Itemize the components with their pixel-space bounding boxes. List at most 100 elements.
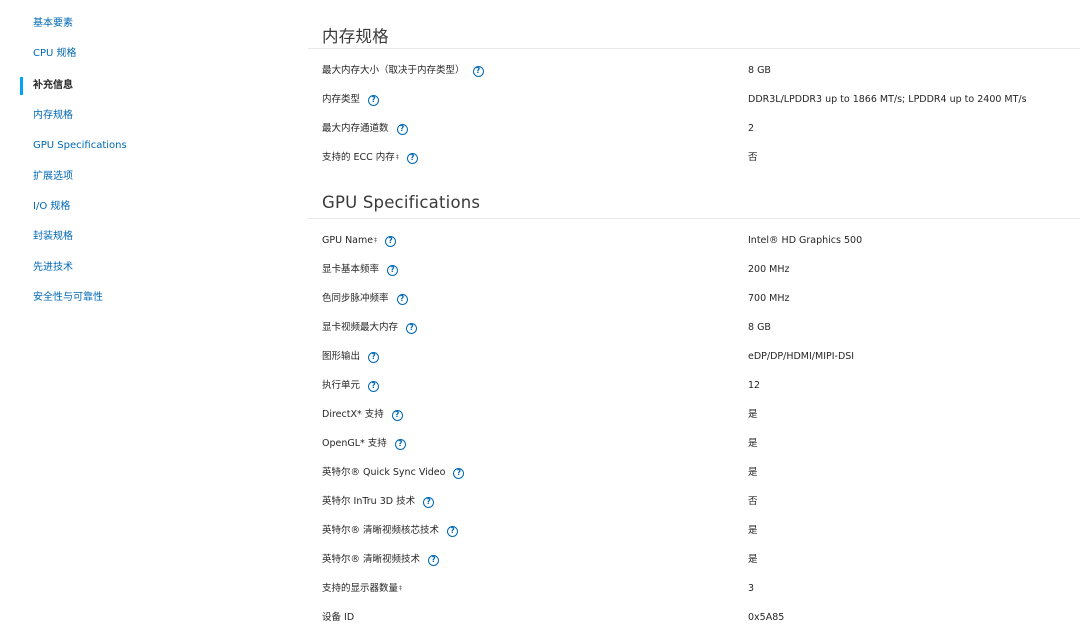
help-icon[interactable]: ? — [472, 65, 484, 77]
section-divider — [308, 218, 1080, 219]
spec-value: 是 — [748, 554, 758, 565]
help-icon[interactable]: ? — [453, 467, 465, 479]
section-divider — [308, 48, 1080, 49]
spec-value: 700 MHz — [748, 293, 790, 304]
help-icon[interactable]: ? — [406, 322, 418, 334]
help-icon[interactable]: ? — [368, 351, 380, 363]
spec-row: 执行单元? 12 — [308, 377, 1080, 395]
spec-value: 12 — [748, 380, 761, 391]
spec-row: 内存类型? DDR3L/LPDDR3 up to 1866 MT/s; LPDDR… — [308, 91, 1080, 109]
sidebar-item-gpu-specs[interactable]: GPU Specifications — [33, 139, 127, 153]
spec-label: GPU Name ‡? — [322, 232, 397, 250]
spec-label-text: GPU Name — [322, 235, 374, 246]
spec-label: OpenGL* 支持? — [322, 435, 406, 453]
spec-row: 英特尔® 清晰视频技术? 是 — [308, 551, 1080, 569]
spec-value: 0x5A85 — [748, 612, 785, 623]
spec-row: 最大内存通道数? 2 — [308, 120, 1080, 138]
spec-label-text: 最大内存大小（取决于内存类型） — [322, 65, 465, 76]
spec-label-text: 图形输出 — [322, 351, 361, 362]
spec-row: GPU Name ‡? Intel® HD Graphics 500 — [308, 232, 1080, 250]
help-icon[interactable]: ? — [406, 152, 418, 164]
active-nav-marker — [20, 77, 23, 95]
help-icon[interactable]: ? — [428, 554, 440, 566]
section-title-gpu: GPU Specifications — [322, 193, 481, 212]
sidebar-item-essentials[interactable]: 基本要素 — [33, 17, 73, 31]
spec-label: 支持的 ECC 内存 ‡? — [322, 149, 418, 167]
spec-label-text: OpenGL* 支持 — [322, 438, 387, 449]
spec-value: 8 GB — [748, 322, 771, 333]
sidebar-item-supplemental-info[interactable]: 补充信息 — [33, 79, 73, 93]
spec-label-text: 英特尔® 清晰视频核芯技术 — [322, 525, 440, 536]
spec-label: 英特尔 InTru 3D 技术? — [322, 493, 435, 511]
help-icon[interactable]: ? — [368, 380, 380, 392]
spec-row: OpenGL* 支持? 是 — [308, 435, 1080, 453]
spec-row: 显卡视频最大内存? 8 GB — [308, 319, 1080, 337]
spec-label: 英特尔® 清晰视频技术? — [322, 551, 440, 569]
spec-label: 色同步脉冲频率? — [322, 290, 408, 308]
spec-value: Intel® HD Graphics 500 — [748, 235, 863, 246]
spec-label: 内存类型? — [322, 91, 380, 109]
spec-label: 显卡视频最大内存? — [322, 319, 418, 337]
spec-label: 最大内存通道数? — [322, 120, 408, 138]
help-icon[interactable]: ? — [396, 123, 408, 135]
spec-row: 图形输出? eDP/DP/HDMI/MIPI-DSI — [308, 348, 1080, 366]
sidebar-item-expansion-options[interactable]: 扩展选项 — [33, 170, 73, 184]
spec-label-text: 支持的 ECC 内存 — [322, 152, 395, 163]
spec-value: 2 — [748, 123, 755, 134]
spec-value: 是 — [748, 525, 758, 536]
spec-label: 执行单元? — [322, 377, 380, 395]
spec-value: 否 — [748, 152, 758, 163]
sidebar-item-memory-specs[interactable]: 内存规格 — [33, 109, 73, 123]
help-icon[interactable]: ? — [447, 525, 459, 537]
spec-label: 图形输出? — [322, 348, 380, 366]
spec-row: 显卡基本频率? 200 MHz — [308, 261, 1080, 279]
spec-label-text: DirectX* 支持 — [322, 409, 384, 420]
help-icon[interactable]: ? — [396, 293, 408, 305]
sidebar-item-security-reliability[interactable]: 安全性与可靠性 — [33, 291, 103, 305]
spec-value: 是 — [748, 438, 758, 449]
spec-label: 英特尔® Quick Sync Video? — [322, 464, 465, 482]
spec-row: 英特尔® Quick Sync Video? 是 — [308, 464, 1080, 482]
spec-label: 英特尔® 清晰视频核芯技术? — [322, 522, 459, 540]
help-icon[interactable]: ? — [368, 94, 380, 106]
spec-label: 设备 ID — [322, 609, 354, 627]
sidebar-item-cpu-specs[interactable]: CPU 规格 — [33, 47, 77, 61]
section-title-memory: 内存规格 — [322, 27, 389, 46]
spec-row: 支持的显示器数量 ‡ 3 — [308, 580, 1080, 598]
spec-value: eDP/DP/HDMI/MIPI-DSI — [748, 351, 855, 362]
spec-label-text: 英特尔 InTru 3D 技术 — [322, 496, 416, 507]
spec-value: 3 — [748, 583, 755, 594]
spec-label-text: 显卡基本频率 — [322, 264, 380, 275]
spec-row: 最大内存大小（取决于内存类型）? 8 GB — [308, 62, 1080, 80]
help-icon[interactable]: ? — [385, 235, 397, 247]
spec-label: DirectX* 支持? — [322, 406, 403, 424]
spec-label-text: 内存类型 — [322, 94, 361, 105]
spec-label-text: 设备 ID — [322, 612, 355, 623]
help-icon[interactable]: ? — [394, 438, 406, 450]
spec-value: 8 GB — [748, 65, 771, 76]
spec-row: 色同步脉冲频率? 700 MHz — [308, 290, 1080, 308]
help-icon[interactable]: ? — [387, 264, 399, 276]
spec-label-text: 显卡视频最大内存 — [322, 322, 399, 333]
spec-value: 是 — [748, 467, 758, 478]
help-icon[interactable]: ? — [423, 496, 435, 508]
spec-value: DDR3L/LPDDR3 up to 1866 MT/s; LPDDR4 up … — [748, 94, 1027, 105]
sidebar-nav: 基本要素 CPU 规格 补充信息 内存规格 GPU Specifications… — [0, 0, 280, 644]
spec-value: 是 — [748, 409, 758, 420]
spec-label: 最大内存大小（取决于内存类型）? — [322, 62, 484, 80]
spec-row: 支持的 ECC 内存 ‡? 否 — [308, 149, 1080, 167]
spec-row: 设备 ID 0x5A85 — [308, 609, 1080, 627]
spec-label-text: 色同步脉冲频率 — [322, 293, 389, 304]
spec-value: 200 MHz — [748, 264, 790, 275]
spec-label-text: 支持的显示器数量 — [322, 583, 399, 594]
spec-label-text: 最大内存通道数 — [322, 123, 389, 134]
spec-row: 英特尔® 清晰视频核芯技术? 是 — [308, 522, 1080, 540]
spec-row: DirectX* 支持? 是 — [308, 406, 1080, 424]
spec-label-text: 英特尔® 清晰视频技术 — [322, 554, 421, 565]
spec-row: 英特尔 InTru 3D 技术? 否 — [308, 493, 1080, 511]
help-icon[interactable]: ? — [391, 409, 403, 421]
sidebar-item-package-specs[interactable]: 封装规格 — [33, 230, 73, 244]
sidebar-item-advanced-tech[interactable]: 先进技术 — [33, 261, 73, 275]
spec-label-text: 执行单元 — [322, 380, 361, 391]
sidebar-item-io-specs[interactable]: I/O 规格 — [33, 200, 70, 214]
